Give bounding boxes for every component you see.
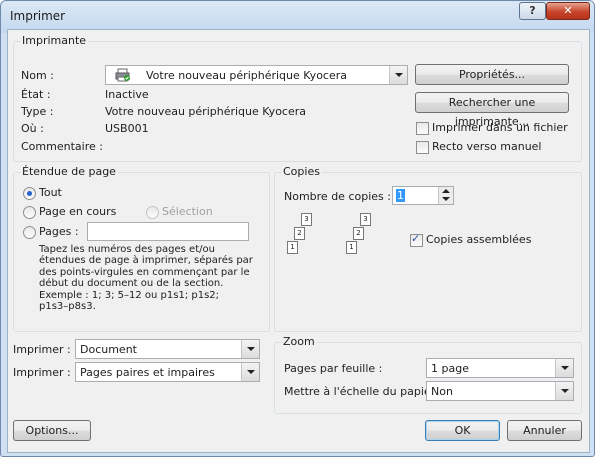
page-range-help-line: des points-virgules en commençant par le: [39, 266, 250, 278]
current-page-label: Page en cours: [39, 205, 117, 218]
copies-count-value: 1: [396, 189, 405, 202]
all-pages-radio[interactable]: [23, 187, 36, 200]
pages-label: Pages :: [39, 225, 79, 238]
selection-radio[interactable]: [146, 206, 159, 219]
stack-page-2: 2: [353, 227, 364, 240]
cancel-button[interactable]: Annuler: [507, 420, 582, 441]
print-what-value: Document: [80, 343, 137, 356]
selection-label: Sélection: [162, 205, 213, 218]
printer-name-label: Nom :: [21, 69, 54, 82]
close-button[interactable]: ✕: [546, 2, 590, 20]
printer-status-label: État :: [21, 88, 51, 101]
window-title: Imprimer: [10, 9, 66, 23]
pages-per-sheet-label: Pages par feuille :: [284, 362, 383, 375]
page-range-help-line: p1s3–p8s3.: [39, 301, 96, 313]
current-page-radio[interactable]: [23, 206, 36, 219]
page-range-help-line: étendues de page à imprimer, séparés par: [39, 255, 253, 267]
printer-type-value: Votre nouveau périphérique Kyocera: [105, 105, 306, 118]
options-button[interactable]: Options...: [13, 420, 91, 441]
stack-page-3: 3: [360, 213, 371, 226]
printer-where-value: USB001: [105, 122, 149, 135]
pages-per-sheet-select[interactable]: 1 page: [426, 358, 574, 378]
page-range-help-line: Exemple : 1; 3; 5–12 ou p1s1; p1s2;: [39, 289, 220, 301]
printer-icon: [115, 68, 131, 82]
collate-checkbox[interactable]: [410, 232, 423, 247]
page-range-group-label: Étendue de page: [20, 165, 118, 178]
ok-button[interactable]: OK: [425, 420, 500, 441]
print-what-select[interactable]: Document: [75, 339, 260, 359]
manual-duplex-checkbox[interactable]: [416, 141, 429, 154]
chevron-down-icon: [555, 382, 573, 400]
print-to-file-label: Imprimer dans un fichier: [432, 121, 568, 134]
chevron-down-icon: [241, 363, 259, 381]
zoom-group-label: Zoom: [281, 335, 317, 348]
stack-page-3: 3: [301, 213, 312, 226]
page-range-help-line: Tapez les numéros des pages et/ou: [39, 244, 215, 255]
page-range-help: Tapez les numéros des pages et/ou étendu…: [39, 244, 253, 312]
print-what-label: Imprimer :: [13, 343, 71, 356]
print-pages-select[interactable]: Pages paires et impaires: [75, 362, 260, 382]
scale-to-paper-value: Non: [431, 385, 453, 398]
pages-input[interactable]: [87, 222, 249, 241]
print-pages-value: Pages paires et impaires: [80, 366, 215, 379]
printer-name-value: Votre nouveau périphérique Kyocera: [146, 69, 347, 82]
copies-spinner[interactable]: [438, 187, 453, 204]
printer-type-label: Type :: [21, 105, 54, 118]
collate-label: Copies assemblées: [426, 233, 532, 246]
stack-page-2: 2: [294, 227, 305, 240]
chevron-up-icon[interactable]: [442, 189, 450, 193]
stack-page-1: 1: [287, 241, 298, 254]
all-pages-label: Tout: [39, 186, 62, 199]
zoom-group: Zoom: [274, 335, 582, 414]
chevron-down-icon: [555, 359, 573, 377]
help-button[interactable]: ?: [519, 2, 546, 20]
printer-group-label: Imprimante: [20, 34, 89, 47]
stack-page-1: 1: [346, 241, 357, 254]
printer-comment-label: Commentaire :: [21, 140, 103, 153]
print-dialog-window: Imprimer ? ✕ Imprimante Nom : Votre nouv…: [0, 0, 595, 457]
printer-name-select[interactable]: Votre nouveau périphérique Kyocera: [105, 65, 408, 85]
chevron-down-icon: [389, 66, 407, 84]
scale-to-paper-select[interactable]: Non: [426, 381, 574, 401]
scale-to-paper-label: Mettre à l'échelle du papier :: [284, 385, 443, 398]
chevron-down-icon[interactable]: [442, 197, 450, 201]
copies-count-input[interactable]: 1: [392, 186, 454, 205]
pages-radio[interactable]: [23, 226, 36, 239]
pages-per-sheet-value: 1 page: [431, 362, 469, 375]
copies-count-label: Nombre de copies :: [284, 190, 391, 203]
properties-button[interactable]: Propriétés...: [415, 64, 569, 85]
collate-illustration-icon: 3 2 1 3 2 1: [286, 213, 376, 273]
printer-where-label: Où :: [21, 122, 44, 135]
dialog-body: Imprimante Nom : Votre nouveau périphéri…: [7, 29, 590, 453]
chevron-down-icon: [241, 340, 259, 358]
find-printer-button[interactable]: Rechercher une imprimante...: [415, 92, 569, 128]
page-range-help-line: début du document ou de la section.: [39, 278, 224, 290]
print-pages-label: Imprimer :: [13, 366, 71, 379]
manual-duplex-label: Recto verso manuel: [432, 140, 542, 153]
printer-status-value: Inactive: [105, 88, 149, 101]
copies-group-label: Copies: [281, 165, 322, 178]
print-to-file-checkbox[interactable]: [416, 122, 429, 135]
